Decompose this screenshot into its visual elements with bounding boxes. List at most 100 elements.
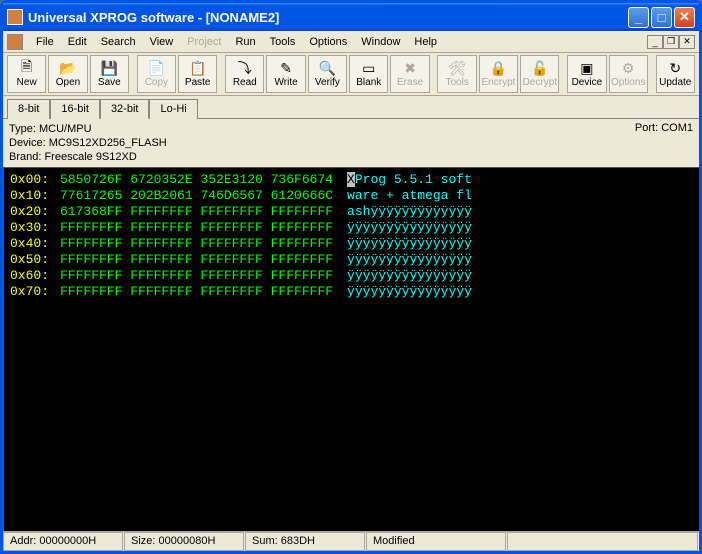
hex-bytes[interactable]: 77617265 202B2061 746D6567 6120666C bbox=[60, 188, 333, 204]
hex-ascii[interactable]: ÿÿÿÿÿÿÿÿÿÿÿÿÿÿÿÿ bbox=[347, 268, 472, 284]
encrypt-label: Encrypt bbox=[482, 77, 516, 88]
options-icon: ⚙ bbox=[619, 60, 637, 76]
app-icon bbox=[7, 9, 23, 25]
tools-icon: 🛠 bbox=[448, 60, 466, 76]
update-button[interactable]: ↻Update bbox=[656, 55, 695, 93]
hex-address: 0x40: bbox=[10, 236, 60, 252]
hex-row[interactable]: 0x60:FFFFFFFF FFFFFFFF FFFFFFFF FFFFFFFF… bbox=[10, 268, 693, 284]
hex-bytes[interactable]: 5850726F 6720352E 352E3120 736F6674 bbox=[60, 172, 333, 188]
menu-help[interactable]: Help bbox=[407, 34, 444, 50]
hex-ascii[interactable]: ashÿÿÿÿÿÿÿÿÿÿÿÿÿ bbox=[347, 204, 472, 220]
mdi-minimize-button[interactable]: _ bbox=[647, 35, 663, 49]
mdi-icon[interactable] bbox=[7, 34, 23, 50]
hex-row[interactable]: 0x40:FFFFFFFF FFFFFFFF FFFFFFFF FFFFFFFF… bbox=[10, 236, 693, 252]
tools-button: 🛠Tools bbox=[437, 55, 476, 93]
open-icon: 📂 bbox=[59, 60, 77, 76]
info-brand: Brand: Freescale 9S12XD bbox=[9, 150, 635, 164]
minimize-button[interactable]: _ bbox=[628, 7, 649, 28]
write-label: Write bbox=[275, 77, 298, 88]
copy-icon: 📄 bbox=[147, 60, 165, 76]
toolbar: 🗎New📂Open💾Save📄Copy📋Paste⤵Read✎Write🔍Ver… bbox=[3, 53, 699, 96]
hex-ascii[interactable]: ÿÿÿÿÿÿÿÿÿÿÿÿÿÿÿÿ bbox=[347, 284, 472, 300]
hex-ascii[interactable]: XProg 5.5.1 soft bbox=[347, 172, 472, 188]
toolbar-separator bbox=[561, 55, 565, 93]
verify-button[interactable]: 🔍Verify bbox=[308, 55, 347, 93]
menu-options[interactable]: Options bbox=[302, 34, 354, 50]
open-label: Open bbox=[56, 77, 80, 88]
erase-label: Erase bbox=[397, 77, 423, 88]
hex-bytes[interactable]: FFFFFFFF FFFFFFFF FFFFFFFF FFFFFFFF bbox=[60, 268, 333, 284]
paste-button[interactable]: 📋Paste bbox=[178, 55, 217, 93]
read-button[interactable]: ⤵Read bbox=[225, 55, 264, 93]
erase-button: ✖Erase bbox=[390, 55, 429, 93]
save-label: Save bbox=[98, 77, 121, 88]
status-sum: Sum: 683DH bbox=[245, 532, 365, 551]
write-button[interactable]: ✎Write bbox=[266, 55, 305, 93]
new-button[interactable]: 🗎New bbox=[7, 55, 46, 93]
update-label: Update bbox=[659, 77, 691, 88]
paste-label: Paste bbox=[185, 77, 211, 88]
blank-button[interactable]: ▭Blank bbox=[349, 55, 388, 93]
hex-bytes[interactable]: FFFFFFFF FFFFFFFF FFFFFFFF FFFFFFFF bbox=[60, 252, 333, 268]
hex-row[interactable]: 0x00:5850726F 6720352E 352E3120 736F6674… bbox=[10, 172, 693, 188]
copy-button: 📄Copy bbox=[137, 55, 176, 93]
hex-editor[interactable]: 0x00:5850726F 6720352E 352E3120 736F6674… bbox=[3, 167, 699, 531]
tab-32bit[interactable]: 32-bit bbox=[100, 99, 150, 119]
device-button[interactable]: ▣Device bbox=[567, 55, 606, 93]
verify-icon: 🔍 bbox=[318, 60, 336, 76]
paste-icon: 📋 bbox=[189, 60, 207, 76]
tab-lohi[interactable]: Lo-Hi bbox=[149, 99, 197, 119]
info-device: Device: MC9S12XD256_FLASH bbox=[9, 136, 635, 150]
menubar: FileEditSearchViewProjectRunToolsOptions… bbox=[3, 31, 699, 53]
menu-edit[interactable]: Edit bbox=[61, 34, 94, 50]
hex-cursor[interactable]: X bbox=[347, 172, 355, 187]
hex-row[interactable]: 0x20:617368FF FFFFFFFF FFFFFFFF FFFFFFFF… bbox=[10, 204, 693, 220]
toolbar-separator bbox=[432, 55, 436, 93]
status-modified: Modified bbox=[366, 532, 506, 551]
save-icon: 💾 bbox=[100, 60, 118, 76]
encrypt-button: 🔒Encrypt bbox=[479, 55, 518, 93]
read-icon: ⤵ bbox=[236, 60, 254, 76]
hex-ascii[interactable]: ÿÿÿÿÿÿÿÿÿÿÿÿÿÿÿÿ bbox=[347, 252, 472, 268]
hex-address: 0x10: bbox=[10, 188, 60, 204]
mdi-close-button[interactable]: ✕ bbox=[679, 35, 695, 49]
device-icon: ▣ bbox=[578, 60, 596, 76]
hex-address: 0x50: bbox=[10, 252, 60, 268]
hex-ascii[interactable]: ÿÿÿÿÿÿÿÿÿÿÿÿÿÿÿÿ bbox=[347, 236, 472, 252]
hex-bytes[interactable]: FFFFFFFF FFFFFFFF FFFFFFFF FFFFFFFF bbox=[60, 220, 333, 236]
menu-tools[interactable]: Tools bbox=[263, 34, 303, 50]
menu-run[interactable]: Run bbox=[228, 34, 262, 50]
hex-bytes[interactable]: FFFFFFFF FFFFFFFF FFFFFFFF FFFFFFFF bbox=[60, 284, 333, 300]
close-button[interactable]: ✕ bbox=[674, 7, 695, 28]
tab-16bit[interactable]: 16-bit bbox=[50, 99, 100, 119]
titlebar[interactable]: Universal XPROG software - [NONAME2] _ □… bbox=[3, 3, 699, 31]
hex-row[interactable]: 0x70:FFFFFFFF FFFFFFFF FFFFFFFF FFFFFFFF… bbox=[10, 284, 693, 300]
menu-window[interactable]: Window bbox=[354, 34, 407, 50]
hex-row[interactable]: 0x50:FFFFFFFF FFFFFFFF FFFFFFFF FFFFFFFF… bbox=[10, 252, 693, 268]
hex-address: 0x00: bbox=[10, 172, 60, 188]
update-icon: ↻ bbox=[666, 60, 684, 76]
menu-file[interactable]: File bbox=[29, 34, 61, 50]
new-label: New bbox=[17, 77, 37, 88]
options-button: ⚙Options bbox=[609, 55, 648, 93]
tab-8bit[interactable]: 8-bit bbox=[7, 99, 50, 119]
hex-row[interactable]: 0x10:77617265 202B2061 746D6567 6120666C… bbox=[10, 188, 693, 204]
maximize-button[interactable]: □ bbox=[651, 7, 672, 28]
hex-row[interactable]: 0x30:FFFFFFFF FFFFFFFF FFFFFFFF FFFFFFFF… bbox=[10, 220, 693, 236]
status-size: Size: 00000080H bbox=[124, 532, 244, 551]
open-button[interactable]: 📂Open bbox=[48, 55, 87, 93]
hex-address: 0x70: bbox=[10, 284, 60, 300]
mdi-restore-button[interactable]: ❐ bbox=[663, 35, 679, 49]
info-type: Type: MCU/MPU bbox=[9, 122, 635, 136]
hex-bytes[interactable]: FFFFFFFF FFFFFFFF FFFFFFFF FFFFFFFF bbox=[60, 236, 333, 252]
hex-ascii[interactable]: ware + atmega fl bbox=[347, 188, 472, 204]
menu-search[interactable]: Search bbox=[94, 34, 143, 50]
hex-bytes[interactable]: 617368FF FFFFFFFF FFFFFFFF FFFFFFFF bbox=[60, 204, 333, 220]
blank-icon: ▭ bbox=[360, 60, 378, 76]
new-icon: 🗎 bbox=[18, 60, 36, 76]
write-icon: ✎ bbox=[277, 60, 295, 76]
menu-view[interactable]: View bbox=[143, 34, 181, 50]
save-button[interactable]: 💾Save bbox=[90, 55, 129, 93]
info-bar: Type: MCU/MPU Device: MC9S12XD256_FLASH … bbox=[3, 118, 699, 167]
hex-ascii[interactable]: ÿÿÿÿÿÿÿÿÿÿÿÿÿÿÿÿ bbox=[347, 220, 472, 236]
